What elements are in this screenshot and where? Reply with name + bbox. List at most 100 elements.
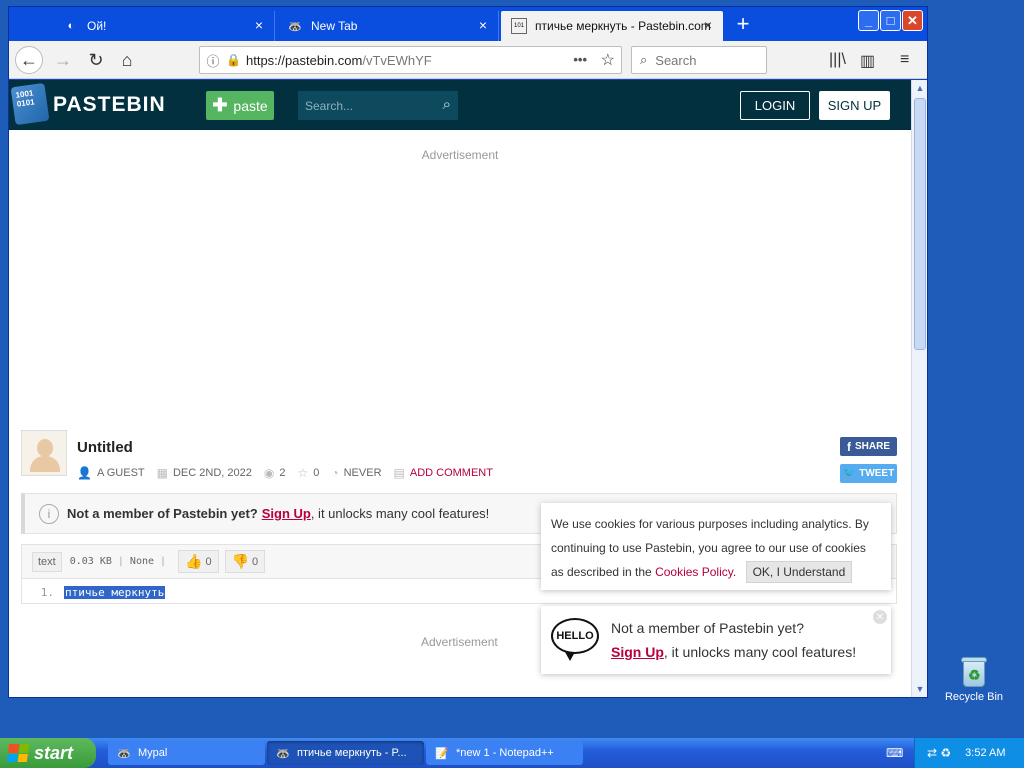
signup-button[interactable]: SIGN UP [819, 91, 890, 120]
recycle-bin-label: Recycle Bin [944, 691, 1004, 703]
paste-category: None [129, 556, 155, 567]
close-icon[interactable]: × [252, 18, 266, 32]
taskbar: start 🦝 Mypal 🦝 птичье меркнуть - P... 📝… [0, 738, 1024, 768]
signup-promo-popup: HELLO Not a member of Pastebin yet? Sign… [541, 606, 891, 674]
task-label: *new 1 - Notepad++ [456, 747, 554, 759]
login-button[interactable]: LOGIN [740, 91, 810, 120]
eye-icon: ◉ [263, 466, 275, 480]
facebook-icon: f [846, 439, 851, 454]
back-button[interactable]: ← [15, 46, 43, 74]
paste-size: 0.03 KB [69, 556, 112, 567]
new-paste-label: paste [233, 97, 268, 114]
tray-icons[interactable]: ⇄ ♻ [927, 746, 951, 760]
cookie-accept-button[interactable]: OK, I Understand [745, 561, 853, 583]
comment-icon: ▤ [393, 466, 405, 480]
promo-line2: Sign Up, it unlocks many cool features! [611, 644, 856, 660]
menu-icon[interactable]: ≡ [900, 51, 909, 69]
search-placeholder: Search [655, 52, 697, 68]
advertisement-label: Advertisement [421, 148, 499, 162]
raccoon-icon: 🦝 [276, 747, 290, 760]
paste-date: DEC 2ND, 2022 [172, 467, 252, 479]
paste-title: Untitled [77, 439, 133, 456]
cookies-policy-link[interactable]: Cookies Policy [655, 565, 733, 579]
clock[interactable]: 3:52 AM [965, 747, 1005, 759]
thumbs-up-icon: 👍 [185, 553, 203, 569]
line-number: 1. [40, 585, 54, 599]
pastebin-logo-icon[interactable]: 1001 0101 [10, 82, 50, 126]
tab-pastebin[interactable]: 101 птичье меркнуть - Pastebin.com × [501, 11, 723, 41]
search-icon: ⌕ [640, 52, 648, 67]
notepad-icon: 📝 [435, 747, 449, 760]
pastebin-logo-text[interactable]: PASTEBIN [53, 93, 166, 117]
add-comment-link[interactable]: ADD COMMENT [410, 467, 493, 479]
close-icon[interactable]: × [476, 18, 490, 32]
new-tab-button[interactable]: + [732, 13, 754, 35]
share-label: SHARE [854, 441, 890, 452]
scroll-down-icon[interactable]: ▼ [912, 681, 928, 697]
syntax-language[interactable]: text [32, 551, 62, 572]
search-icon[interactable]: ⌕ [443, 96, 451, 113]
notice-bold: Not a member of Pastebin yet? [67, 506, 258, 521]
promo-line1: Not a member of Pastebin yet? [611, 620, 804, 636]
blue-swirl-icon: ◐ [67, 20, 75, 32]
tab-title: птичье меркнуть - Pastebin.com [535, 19, 711, 33]
address-bar[interactable]: ⓘ 🔒 https://pastebin.com/vTvEWhYF ••• ☆ [199, 46, 622, 74]
windows-flag-icon [6, 744, 30, 762]
forward-button[interactable]: → [49, 46, 77, 74]
code-text[interactable]: птичье меркнуть [64, 585, 166, 599]
close-icon[interactable]: ✕ [873, 610, 887, 624]
taskbar-item-mypal[interactable]: 🦝 Mypal [108, 741, 265, 765]
taskbar-item-pastebin[interactable]: 🦝 птичье меркнуть - P... [267, 741, 424, 765]
avatar [21, 430, 67, 476]
twitter-tweet-button[interactable]: 🐦 TWEET [840, 464, 897, 483]
paste-expires: NEVER [343, 467, 382, 479]
sidebar-icon[interactable]: ▥ [860, 51, 875, 71]
notice-rest: , it unlocks many cool features! [310, 506, 490, 521]
keyboard-icon[interactable]: ⌨ [886, 746, 903, 760]
hello-bubble-icon: HELLO [551, 618, 599, 654]
task-label: птичье меркнуть - P... [297, 747, 407, 759]
tab-new-tab[interactable]: 🦝 New Tab × [277, 11, 499, 41]
close-window-button[interactable]: ✕ [902, 10, 923, 31]
taskbar-item-notepad[interactable]: 📝 *new 1 - Notepad++ [426, 741, 583, 765]
tab-oi[interactable]: ◐ Ой! × [53, 11, 275, 41]
library-icon[interactable]: |||\ [829, 51, 846, 69]
maximize-button[interactable]: □ [880, 10, 901, 31]
tab-strip: ◐ Ой! × 🦝 New Tab × 101 птичье меркнуть … [9, 7, 927, 41]
signup-link[interactable]: Sign Up [262, 506, 311, 521]
page-actions-icon[interactable]: ••• [573, 52, 587, 67]
page-content: 1001 0101 PASTEBIN ✚ paste Search... ⌕ L… [9, 80, 911, 697]
close-icon[interactable]: × [701, 18, 715, 32]
minimize-button[interactable]: _ [858, 10, 879, 31]
home-button[interactable]: ⌂ [113, 46, 141, 74]
url-host: https://pastebin.com [246, 52, 363, 68]
like-button[interactable]: 👍 0 [178, 550, 219, 573]
recycle-bin[interactable]: ♻ Recycle Bin [942, 655, 1006, 703]
start-button[interactable]: start [0, 738, 96, 768]
scroll-up-icon[interactable]: ▲ [912, 80, 928, 96]
navigation-toolbar: ← → ↻ ⌂ ⓘ 🔒 https://pastebin.com/vTvEWhY… [9, 41, 927, 79]
scroll-thumb[interactable] [914, 98, 926, 350]
new-paste-button[interactable]: ✚ paste [206, 91, 274, 120]
dislike-button[interactable]: 👎 0 [224, 550, 266, 573]
browser-window: ◐ Ой! × 🦝 New Tab × 101 птичье меркнуть … [8, 6, 928, 698]
user-icon: 👤 [77, 466, 92, 480]
pastebin-search-placeholder: Search... [305, 98, 354, 113]
promo-signup-link[interactable]: Sign Up [611, 644, 664, 660]
raccoon-icon: 🦝 [117, 747, 131, 760]
thumbs-down-icon: 👎 [231, 553, 250, 569]
plus-icon: ✚ [212, 95, 228, 115]
pastebin-header: 1001 0101 PASTEBIN ✚ paste Search... ⌕ L… [9, 80, 911, 130]
start-label: start [34, 742, 74, 763]
browser-search-input[interactable]: ⌕ Search [631, 46, 767, 74]
pastebin-search-input[interactable]: Search... ⌕ [298, 91, 458, 120]
info-icon[interactable]: ⓘ [200, 51, 226, 70]
dislike-count: 0 [252, 555, 259, 568]
vertical-scrollbar[interactable]: ▲ ▼ [911, 80, 927, 697]
reload-button[interactable]: ↻ [82, 46, 110, 74]
bookmark-star-icon[interactable]: ☆ [601, 50, 615, 70]
paste-author[interactable]: A GUEST [97, 467, 145, 479]
task-label: Mypal [138, 747, 168, 759]
calendar-icon: ▦ [156, 466, 168, 480]
facebook-share-button[interactable]: f SHARE [840, 437, 897, 456]
